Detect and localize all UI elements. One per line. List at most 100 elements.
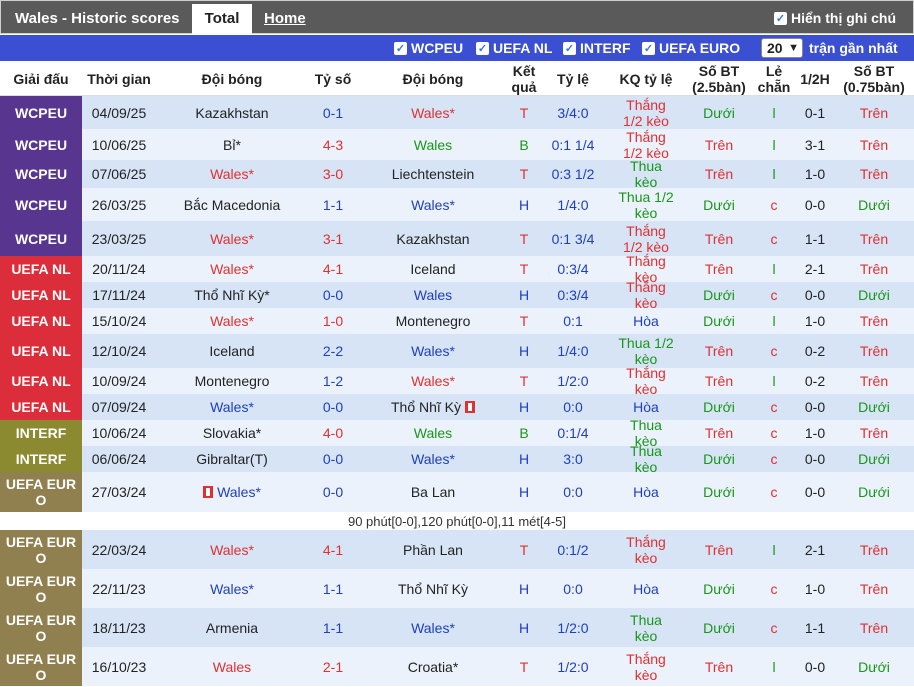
table-row[interactable]: UEFA NL 15/10/24 Wales* 1-0 Montenegro T 0:1 Hò…	[0, 308, 914, 334]
away-team-cell[interactable]: Wales*	[358, 188, 508, 221]
away-team-cell[interactable]: Montenegro	[358, 308, 508, 334]
score-cell: 1-1	[308, 569, 358, 608]
table-row[interactable]: UEFA NL 07/09/24 Wales* 0-0 Thổ Nhĩ Kỳ H 0:0 Hò…	[0, 394, 914, 420]
score-text: 1-1	[322, 196, 344, 213]
odds-result-text: Thắng kèo	[626, 279, 666, 311]
over-under-0-75-text: Trên	[859, 104, 889, 121]
away-team-cell[interactable]: Wales	[358, 129, 508, 160]
half-time-cell: 0-0	[796, 472, 834, 512]
odds-cell: 0:1/4	[540, 420, 606, 446]
home-team-cell[interactable]: Wales*	[156, 160, 308, 188]
half-time-cell: 1-0	[796, 308, 834, 334]
checkbox-checked-icon[interactable]: ✓	[774, 11, 787, 25]
result-cell: T	[508, 530, 540, 569]
table-row[interactable]: UEFA EURO 22/11/23 Wales* 1-1 Thổ Nhĩ Kỳ H 0:0…	[0, 569, 914, 608]
checkbox-checked-icon[interactable]: ✓	[394, 41, 407, 55]
table-row[interactable]: UEFA EURO 27/03/24 Wales* 0-0 Ba Lan H 0:0 Hòa D…	[0, 472, 914, 512]
home-team-cell[interactable]: Slovakia*	[156, 420, 308, 446]
table-row[interactable]: UEFA EURO 16/10/23 Wales 2-1 Croatia* T 1/2:0 T…	[0, 647, 914, 686]
score-text: 4-1	[322, 541, 344, 558]
away-team-cell[interactable]: Wales*	[358, 446, 508, 472]
tab-home[interactable]: Home	[264, 10, 306, 27]
home-team-cell[interactable]: Wales*	[156, 530, 308, 569]
home-team-cell[interactable]: Montenegro	[156, 368, 308, 394]
over-under-2-5-cell: Dưới	[686, 394, 752, 420]
home-team-cell[interactable]: Gibraltar(T)	[156, 446, 308, 472]
home-team-cell[interactable]: Wales*	[156, 308, 308, 334]
filter-uefa-nl[interactable]: ✓ UEFA NL	[476, 40, 552, 56]
match-count-select[interactable]: 20 ▼	[761, 38, 803, 58]
away-team-cell[interactable]: Wales	[358, 420, 508, 446]
competition-text: UEFA EURO	[5, 650, 77, 683]
table-row[interactable]: WCPEU 26/03/25 Bắc Macedonia 1-1 Wales* H 1/4:…	[0, 188, 914, 221]
checkbox-checked-icon[interactable]: ✓	[563, 41, 576, 55]
competition-text: UEFA NL	[11, 313, 71, 329]
table-row[interactable]: UEFA NL 12/10/24 Iceland 2-2 Wales* H 1/4:0 Thu…	[0, 334, 914, 368]
away-team-cell[interactable]: Iceland	[358, 256, 508, 282]
competition-cell: UEFA NL	[0, 256, 82, 282]
away-team-cell[interactable]: Kazakhstan	[358, 221, 508, 256]
away-team-text: Wales	[413, 136, 453, 153]
table-row[interactable]: UEFA NL 10/09/24 Montenegro 1-2 Wales* T 1/2:0…	[0, 365, 914, 397]
table-row[interactable]: WCPEU 04/09/25 Kazakhstan 0-1 Wales* T 3/4:0 Th…	[0, 96, 914, 129]
home-team-cell[interactable]: Wales*	[156, 256, 308, 282]
table-row[interactable]: INTERF 10/06/24 Slovakia* 4-0 Wales B 0:1/4 Thu…	[0, 417, 914, 449]
filter-wcpeu[interactable]: ✓ WCPEU	[394, 40, 463, 56]
table-row[interactable]: INTERF 06/06/24 Gibraltar(T) 0-0 Wales* H 3:0 T…	[0, 443, 914, 475]
show-note-toggle[interactable]: ✓ Hiển thị ghi chú	[774, 10, 896, 26]
table-row[interactable]: UEFA NL 17/11/24 Thổ Nhĩ Kỳ* 0-0 Wales H 0:3/4…	[0, 279, 914, 311]
odds-text: 0:1 1/4	[551, 136, 595, 153]
competition-cell: INTERF	[0, 420, 82, 446]
penalty-note: 90 phút[0-0],120 phút[0-0],11 mét[4-5]	[0, 513, 914, 530]
home-team-cell[interactable]: Wales*	[156, 472, 308, 512]
filter-uefa-euro[interactable]: ✓ UEFA EURO	[642, 40, 740, 56]
away-team-cell[interactable]: Thổ Nhĩ Kỳ	[358, 569, 508, 608]
half-time-cell: 0-0	[796, 394, 834, 420]
odd-even-text: l	[772, 541, 776, 558]
away-team-cell[interactable]: Ba Lan	[358, 472, 508, 512]
home-team-cell[interactable]: Wales*	[156, 394, 308, 420]
table-row[interactable]: UEFA EURO 22/03/24 Wales* 4-1 Phần Lan T 0:1/2…	[0, 530, 914, 569]
odd-even-text: l	[772, 166, 776, 182]
home-team-text: Kazakhstan	[195, 104, 269, 121]
table-row[interactable]: WCPEU 23/03/25 Wales* 3-1 Kazakhstan T 0:1 3/4…	[0, 221, 914, 256]
half-time-text: 2-1	[804, 261, 826, 277]
tab-total[interactable]: Total	[192, 4, 252, 35]
over-under-2-5-text: Dưới	[703, 313, 735, 329]
home-team-cell[interactable]: Armenia	[156, 608, 308, 647]
away-team-cell[interactable]: Wales*	[358, 368, 508, 394]
home-team-cell[interactable]: Iceland	[156, 334, 308, 368]
away-team-cell[interactable]: Croatia*	[358, 647, 508, 686]
home-team-text: Wales	[212, 658, 252, 675]
header-result: Kết quả	[511, 62, 537, 95]
away-team-cell[interactable]: Wales*	[358, 334, 508, 368]
checkbox-checked-icon[interactable]: ✓	[642, 41, 655, 55]
away-team-cell[interactable]: Wales	[358, 282, 508, 308]
odds-result-cell: Hòa	[606, 472, 686, 512]
over-under-2-5-text: Trên	[704, 373, 734, 389]
home-team-cell[interactable]: Kazakhstan	[156, 96, 308, 129]
table-row[interactable]: WCPEU 10/06/25 Bỉ* 4-3 Wales B 0:1 1/4 Thắng 1/…	[0, 129, 914, 161]
competition-text: UEFA NL	[11, 399, 71, 415]
away-team-text: Wales*	[411, 196, 455, 213]
home-team-cell[interactable]: Bắc Macedonia	[156, 188, 308, 221]
home-team-cell[interactable]: Bỉ*	[156, 129, 308, 160]
checkbox-checked-icon[interactable]: ✓	[476, 41, 489, 55]
home-team-cell[interactable]: Wales*	[156, 569, 308, 608]
away-team-cell[interactable]: Wales*	[358, 96, 508, 129]
away-team-cell[interactable]: Wales*	[358, 608, 508, 647]
odds-cell: 1/2:0	[540, 368, 606, 394]
table-row[interactable]: UEFA EURO 18/11/23 Armenia 1-1 Wales* H 1/2:0 T…	[0, 608, 914, 647]
odds-result-cell: Thắng kèo	[606, 530, 686, 569]
home-team-cell[interactable]: Wales	[156, 647, 308, 686]
table-row[interactable]: WCPEU 07/06/25 Wales* 3-0 Liechtenstein T 0:3 …	[0, 158, 914, 190]
over-under-2-5-text: Trên	[704, 166, 734, 182]
filter-interf[interactable]: ✓ INTERF	[563, 40, 631, 56]
away-team-cell[interactable]: Thổ Nhĩ Kỳ	[358, 394, 508, 420]
date-cell: 10/09/24	[82, 368, 156, 394]
home-team-cell[interactable]: Thổ Nhĩ Kỳ*	[156, 282, 308, 308]
away-team-cell[interactable]: Liechtenstein	[358, 160, 508, 188]
home-team-cell[interactable]: Wales*	[156, 221, 308, 256]
table-row[interactable]: UEFA NL 20/11/24 Wales* 4-1 Iceland T 0:3/4 Thắ…	[0, 253, 914, 285]
away-team-cell[interactable]: Phần Lan	[358, 530, 508, 569]
